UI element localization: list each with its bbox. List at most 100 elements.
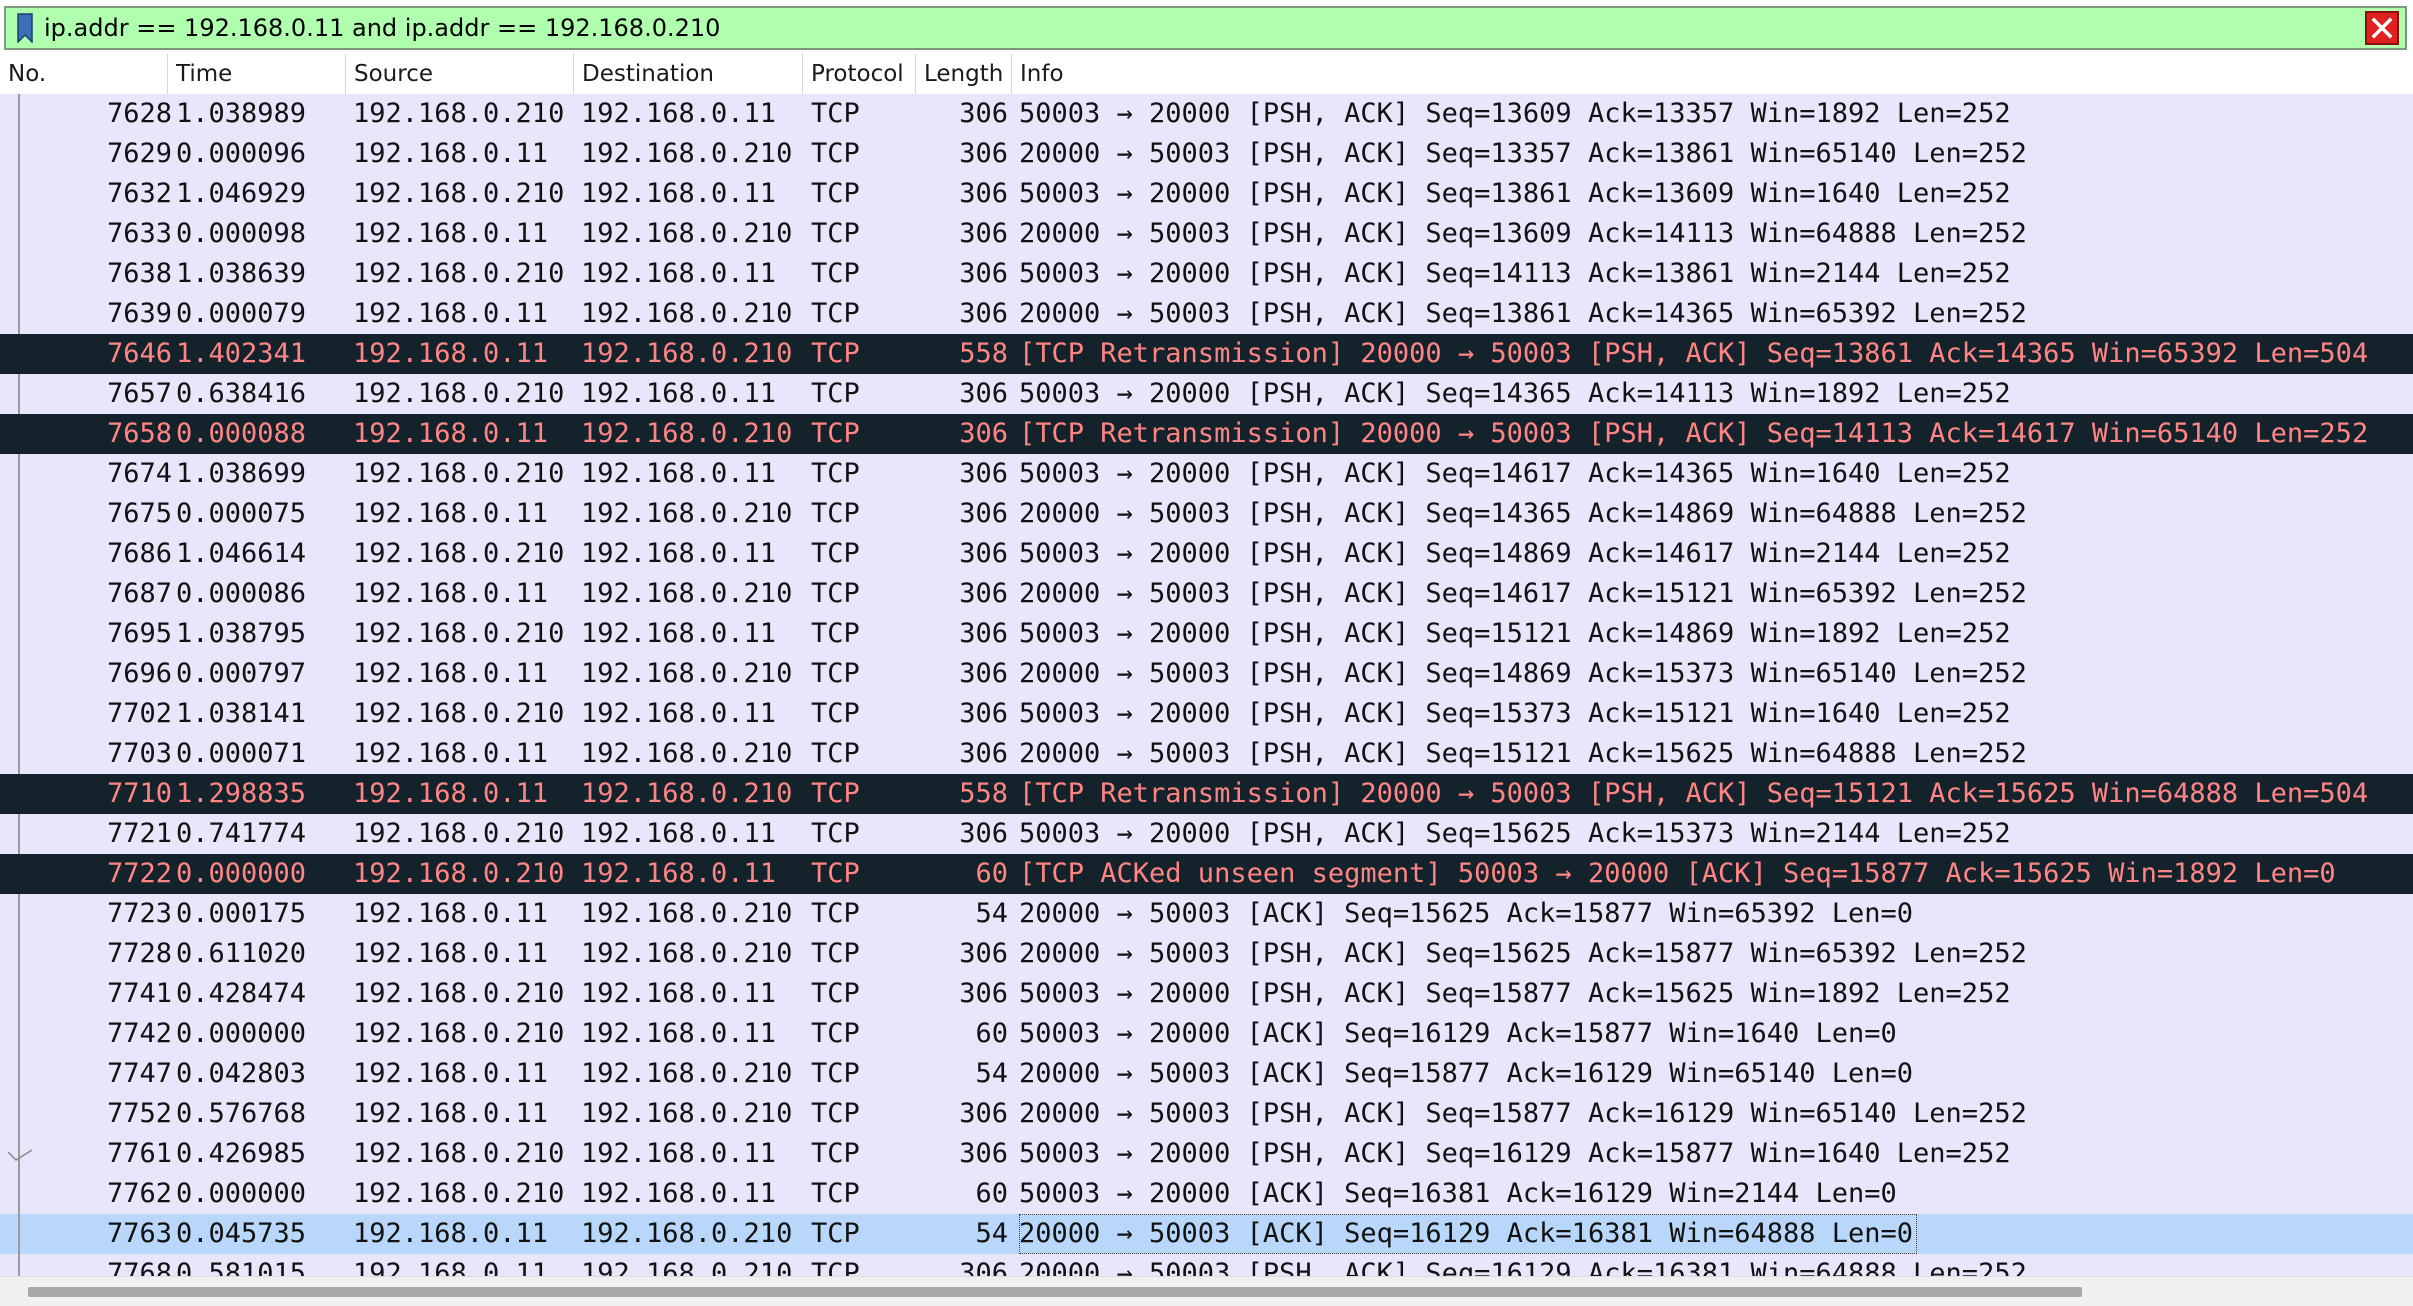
packet-source: 192.168.0.210 bbox=[353, 978, 565, 1009]
packet-time: 0.000086 bbox=[176, 578, 307, 609]
packet-source: 192.168.0.11 bbox=[353, 138, 549, 169]
packet-row[interactable]: 7702 1.038141 192.168.0.210 192.168.0.11 TCP… bbox=[0, 694, 2413, 734]
packet-source: 192.168.0.210 bbox=[353, 178, 565, 209]
packet-destination: 192.168.0.11 bbox=[581, 1178, 777, 1209]
packet-source: 192.168.0.11 bbox=[353, 778, 549, 809]
scrollbar-thumb[interactable] bbox=[28, 1287, 2082, 1297]
packet-destination: 192.168.0.210 bbox=[581, 418, 793, 449]
packet-row[interactable]: 7761 0.426985 192.168.0.210 192.168.0.11 TCP… bbox=[0, 1134, 2413, 1174]
packet-number: 7762 bbox=[106, 1178, 172, 1209]
packet-row[interactable]: 7721 0.741774 192.168.0.210 192.168.0.11 TCP… bbox=[0, 814, 2413, 854]
packet-time: 0.000098 bbox=[176, 218, 307, 249]
packet-time: 0.426985 bbox=[176, 1138, 307, 1169]
packet-length: 306 bbox=[959, 738, 1008, 769]
packet-protocol: TCP bbox=[811, 738, 860, 769]
packet-row[interactable]: 7628 1.038989 192.168.0.210 192.168.0.11 TCP… bbox=[0, 94, 2413, 134]
packet-destination: 192.168.0.11 bbox=[581, 618, 777, 649]
packet-info: 20000 → 50003 [PSH, ACK] Seq=16129 Ack=1… bbox=[1019, 1258, 2027, 1276]
packet-list[interactable]: 7628 1.038989 192.168.0.210 192.168.0.11 TCP… bbox=[0, 94, 2413, 1276]
packet-row[interactable]: 7687 0.000086 192.168.0.11 192.168.0.210 TCP… bbox=[0, 574, 2413, 614]
packet-row[interactable]: 7752 0.576768 192.168.0.11 192.168.0.210 TCP… bbox=[0, 1094, 2413, 1134]
packet-destination: 192.168.0.11 bbox=[581, 458, 777, 489]
packet-row[interactable]: 7741 0.428474 192.168.0.210 192.168.0.11 TCP… bbox=[0, 974, 2413, 1014]
packet-length: 306 bbox=[959, 458, 1008, 489]
packet-source: 192.168.0.11 bbox=[353, 338, 549, 369]
packet-row[interactable]: 7686 1.046614 192.168.0.210 192.168.0.11 TCP… bbox=[0, 534, 2413, 574]
packet-info: 50003 → 20000 [PSH, ACK] Seq=14113 Ack=1… bbox=[1019, 258, 2011, 289]
packet-row[interactable]: 7728 0.611020 192.168.0.11 192.168.0.210 TCP… bbox=[0, 934, 2413, 974]
packet-row[interactable]: 7747 0.042803 192.168.0.11 192.168.0.210 TCP… bbox=[0, 1054, 2413, 1094]
packet-source: 192.168.0.11 bbox=[353, 658, 549, 689]
packet-time: 0.045735 bbox=[176, 1218, 307, 1249]
column-header-source[interactable]: Source bbox=[346, 54, 574, 94]
packet-number: 7768 bbox=[106, 1258, 172, 1276]
packet-row[interactable]: 7657 0.638416 192.168.0.210 192.168.0.11 TCP… bbox=[0, 374, 2413, 414]
packet-row[interactable]: 7710 1.298835 192.168.0.11 192.168.0.210 TCP… bbox=[0, 774, 2413, 814]
column-header-no[interactable]: No. bbox=[0, 54, 168, 94]
column-header-length[interactable]: Length bbox=[916, 54, 1012, 94]
packet-info: 20000 → 50003 [PSH, ACK] Seq=15625 Ack=1… bbox=[1019, 938, 2027, 969]
packet-destination: 192.168.0.210 bbox=[581, 298, 793, 329]
packet-info: 20000 → 50003 [PSH, ACK] Seq=15877 Ack=1… bbox=[1019, 1098, 2027, 1129]
packet-row[interactable]: 7629 0.000096 192.168.0.11 192.168.0.210 TCP… bbox=[0, 134, 2413, 174]
packet-destination: 192.168.0.210 bbox=[581, 738, 793, 769]
column-header-protocol[interactable]: Protocol bbox=[803, 54, 916, 94]
packet-row[interactable]: 7633 0.000098 192.168.0.11 192.168.0.210 TCP… bbox=[0, 214, 2413, 254]
packet-list-header: No. Time Source Destination Protocol Len… bbox=[0, 54, 2413, 95]
packet-row[interactable]: 7723 0.000175 192.168.0.11 192.168.0.210 TCP… bbox=[0, 894, 2413, 934]
packet-row[interactable]: 7722 0.000000 192.168.0.210 192.168.0.11 TCP… bbox=[0, 854, 2413, 894]
packet-number: 7747 bbox=[106, 1058, 172, 1089]
packet-time: 0.000000 bbox=[176, 1018, 307, 1049]
packet-time: 0.000000 bbox=[176, 1178, 307, 1209]
packet-length: 54 bbox=[975, 1218, 1008, 1249]
packet-protocol: TCP bbox=[811, 98, 860, 129]
packet-protocol: TCP bbox=[811, 578, 860, 609]
packet-info: 50003 → 20000 [ACK] Seq=16129 Ack=15877 … bbox=[1019, 1018, 1897, 1049]
packet-row[interactable]: 7696 0.000797 192.168.0.11 192.168.0.210 TCP… bbox=[0, 654, 2413, 694]
packet-row[interactable]: 7762 0.000000 192.168.0.210 192.168.0.11 TCP… bbox=[0, 1174, 2413, 1214]
display-filter-input[interactable] bbox=[38, 7, 2365, 49]
packet-time: 1.038639 bbox=[176, 258, 307, 289]
row-gutter bbox=[18, 814, 20, 854]
row-gutter bbox=[18, 1254, 20, 1276]
filter-bookmark-icon[interactable] bbox=[12, 10, 38, 46]
packet-row[interactable]: 7675 0.000075 192.168.0.11 192.168.0.210 TCP… bbox=[0, 494, 2413, 534]
packet-row[interactable]: 7742 0.000000 192.168.0.210 192.168.0.11 TCP… bbox=[0, 1014, 2413, 1054]
clear-filter-icon[interactable] bbox=[2365, 11, 2399, 45]
packet-row[interactable]: 7763 0.045735 192.168.0.11 192.168.0.210 TCP… bbox=[0, 1214, 2413, 1254]
packet-row[interactable]: 7639 0.000079 192.168.0.11 192.168.0.210 TCP… bbox=[0, 294, 2413, 334]
packet-row[interactable]: 7646 1.402341 192.168.0.11 192.168.0.210 TCP… bbox=[0, 334, 2413, 374]
packet-source: 192.168.0.11 bbox=[353, 898, 549, 929]
packet-source: 192.168.0.11 bbox=[353, 738, 549, 769]
column-header-info[interactable]: Info bbox=[1012, 54, 2413, 94]
packet-row[interactable]: 7695 1.038795 192.168.0.210 192.168.0.11 TCP… bbox=[0, 614, 2413, 654]
packet-number: 7629 bbox=[106, 138, 172, 169]
horizontal-scrollbar[interactable] bbox=[0, 1276, 2413, 1306]
packet-protocol: TCP bbox=[811, 898, 860, 929]
packet-protocol: TCP bbox=[811, 178, 860, 209]
packet-time: 0.000079 bbox=[176, 298, 307, 329]
packet-protocol: TCP bbox=[811, 418, 860, 449]
packet-row[interactable]: 7632 1.046929 192.168.0.210 192.168.0.11 TCP… bbox=[0, 174, 2413, 214]
packet-number: 7674 bbox=[106, 458, 172, 489]
packet-destination: 192.168.0.11 bbox=[581, 698, 777, 729]
column-header-time[interactable]: Time bbox=[168, 54, 346, 94]
packet-destination: 192.168.0.11 bbox=[581, 978, 777, 1009]
packet-source: 192.168.0.210 bbox=[353, 538, 565, 569]
packet-number: 7702 bbox=[106, 698, 172, 729]
packet-row[interactable]: 7674 1.038699 192.168.0.210 192.168.0.11 TCP… bbox=[0, 454, 2413, 494]
packet-source: 192.168.0.11 bbox=[353, 1098, 549, 1129]
packet-row[interactable]: 7768 0.581015 192.168.0.11 192.168.0.210 TCP… bbox=[0, 1254, 2413, 1276]
row-gutter bbox=[18, 854, 20, 894]
packet-row[interactable]: 7638 1.038639 192.168.0.210 192.168.0.11 TCP… bbox=[0, 254, 2413, 294]
column-header-destination[interactable]: Destination bbox=[574, 54, 803, 94]
packet-number: 7721 bbox=[106, 818, 172, 849]
packet-length: 306 bbox=[959, 658, 1008, 689]
packet-time: 0.000088 bbox=[176, 418, 307, 449]
packet-row[interactable]: 7703 0.000071 192.168.0.11 192.168.0.210 TCP… bbox=[0, 734, 2413, 774]
packet-info: 50003 → 20000 [PSH, ACK] Seq=15877 Ack=1… bbox=[1019, 978, 2011, 1009]
packet-row[interactable]: 7658 0.000088 192.168.0.11 192.168.0.210 TCP… bbox=[0, 414, 2413, 454]
packet-length: 306 bbox=[959, 218, 1008, 249]
packet-source: 192.168.0.210 bbox=[353, 1138, 565, 1169]
packet-protocol: TCP bbox=[811, 1098, 860, 1129]
